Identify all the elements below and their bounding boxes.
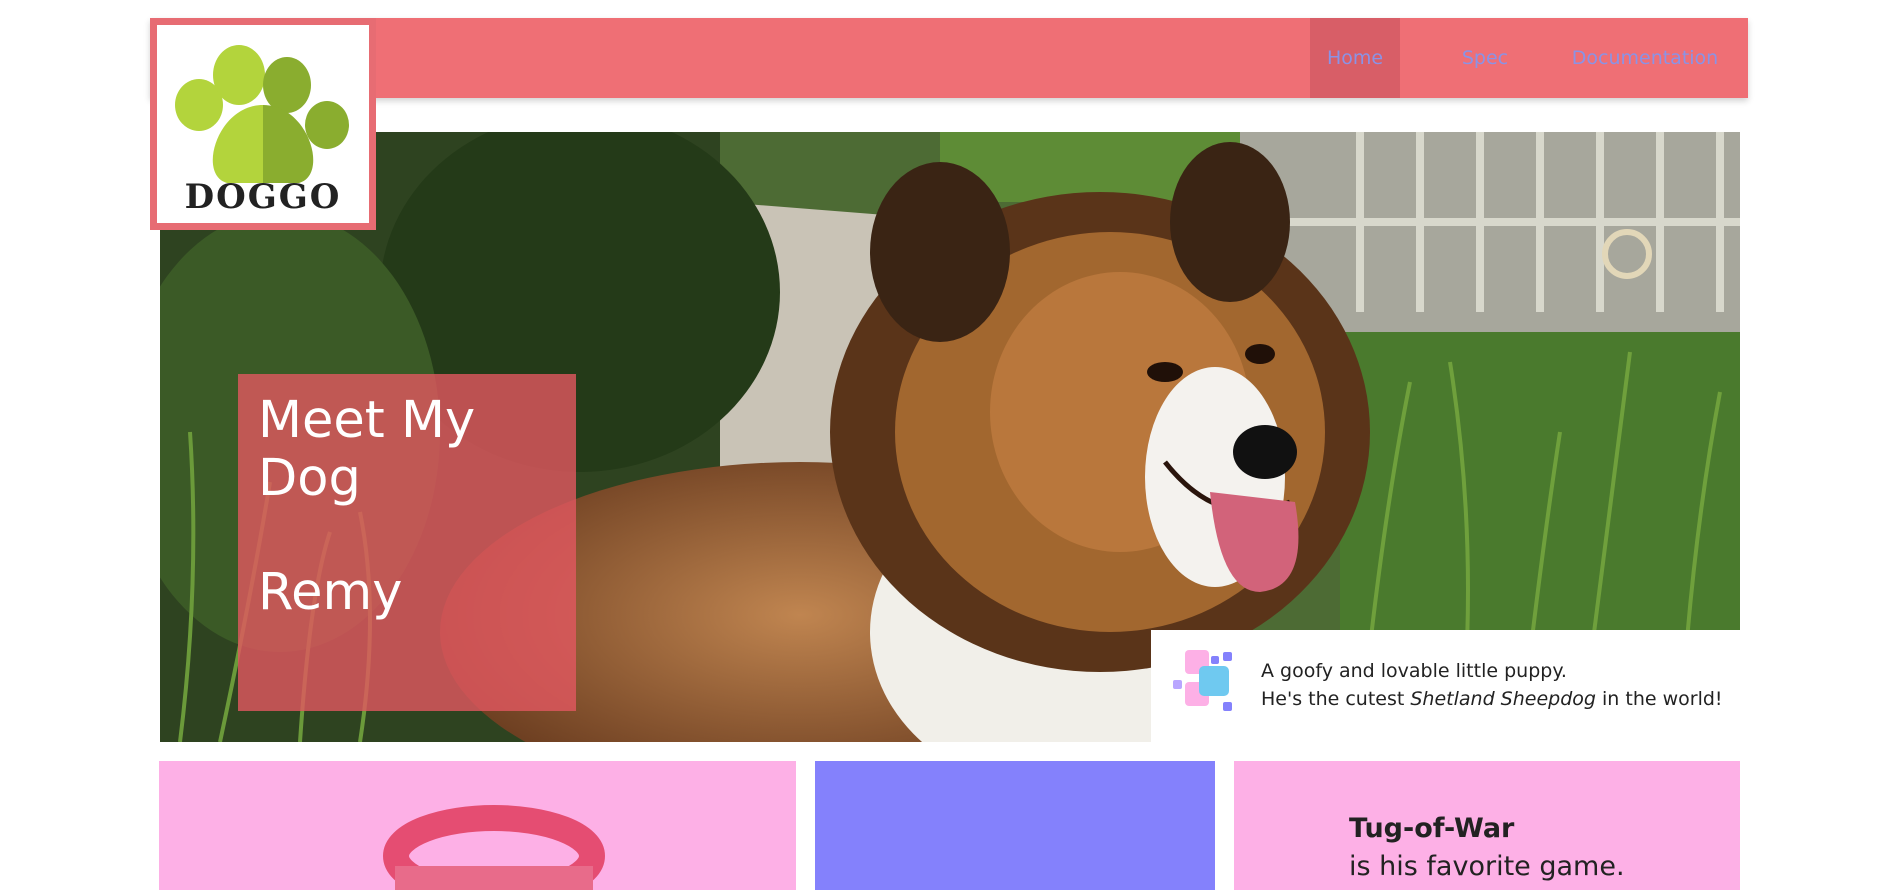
sparkle-blocks-icon	[1173, 650, 1232, 711]
hero-title-line2: Dog	[258, 449, 361, 508]
nav-home-link[interactable]: Home	[1310, 18, 1400, 98]
card-subtitle: is his favorite game.	[1349, 851, 1625, 882]
feature-card-collar	[159, 761, 796, 890]
nav-spec-link[interactable]: Spec	[1440, 18, 1530, 98]
feature-card-tug-of-war: Tug-of-War is his favorite game.	[1234, 761, 1740, 890]
breed-name: Shetland Sheepdog	[1410, 688, 1596, 710]
caption-line-2: He's the cutest Shetland Sheepdog in the…	[1261, 688, 1723, 710]
doggo-logo[interactable]: DOGGO	[150, 18, 376, 230]
card-title: Tug-of-War	[1349, 813, 1515, 844]
nav-documentation-link[interactable]: Documentation	[1555, 18, 1735, 98]
hero-caption: A goofy and lovable little puppy. He's t…	[1151, 630, 1741, 742]
feature-card-middle	[815, 761, 1215, 890]
hero-dog-name: Remy	[258, 563, 403, 622]
hero-title-box: Meet My Dog Remy	[238, 374, 576, 711]
caption-line-1: A goofy and lovable little puppy.	[1261, 660, 1567, 682]
top-navbar: Home Spec Documentation	[150, 18, 1748, 98]
hero-title-line1: Meet My	[258, 391, 476, 450]
dog-collar-icon	[383, 805, 605, 890]
logo-text: DOGGO	[184, 177, 342, 217]
